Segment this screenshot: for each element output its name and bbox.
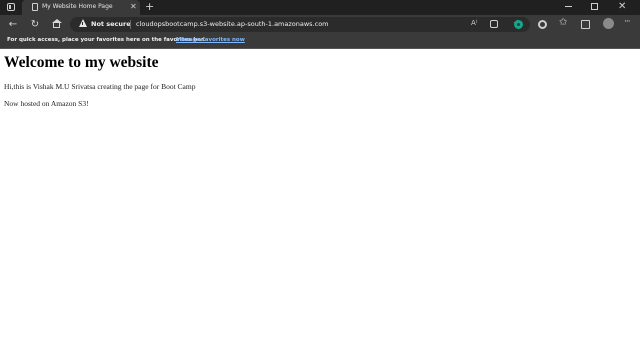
page-icon [32,3,38,11]
new-tab-button[interactable]: + [145,0,154,14]
collections-icon[interactable] [581,20,590,29]
tab-title: My Website Home Page [42,3,113,10]
manage-favorites-link[interactable]: Manage favorites now [176,37,245,43]
url-text[interactable]: cloudopsbootcamp.s3-website.ap-south-1.a… [136,20,329,28]
tab-my-website-home-page[interactable]: My Website Home Page ✕ [22,0,140,15]
refresh-button[interactable]: ↻ [29,18,41,31]
window-menu-icon[interactable] [7,3,15,11]
browser-toolbar: ← ↻ Not secure cloudopsbootcamp.s3-websi… [0,15,640,34]
address-bar[interactable]: Not secure cloudopsbootcamp.s3-website.a… [70,17,530,32]
browser-extension-icon[interactable] [538,20,547,29]
intro-paragraph: Hi,this is Vishak M.U Srivatsa creating … [4,82,196,91]
favorites-icon[interactable]: ✩ [559,17,567,28]
hosting-paragraph: Now hosted on Amazon S3! [4,99,89,108]
minimize-icon[interactable] [565,6,572,7]
page-content: Welcome to my website Hi,this is Vishak … [0,49,640,353]
tab-close-button[interactable]: ✕ [130,2,137,11]
read-aloud-icon[interactable]: A⁾ [471,19,478,27]
warning-icon [79,19,87,27]
page-heading: Welcome to my website [4,54,159,71]
more-menu-button[interactable]: ··· [624,17,631,27]
security-indicator[interactable]: Not secure [91,20,131,28]
profile-avatar[interactable] [603,18,614,29]
home-button[interactable] [51,18,63,31]
back-button[interactable]: ← [7,18,19,31]
favorites-bar: For quick access, place your favorites h… [0,34,640,49]
tracking-prevention-icon[interactable] [490,20,498,28]
maximize-icon[interactable] [591,3,598,10]
window-close-button[interactable]: ✕ [618,0,626,13]
title-bar: My Website Home Page ✕ + ✕ [0,0,640,15]
extension-icon[interactable] [514,20,523,29]
address-divider [130,20,131,29]
